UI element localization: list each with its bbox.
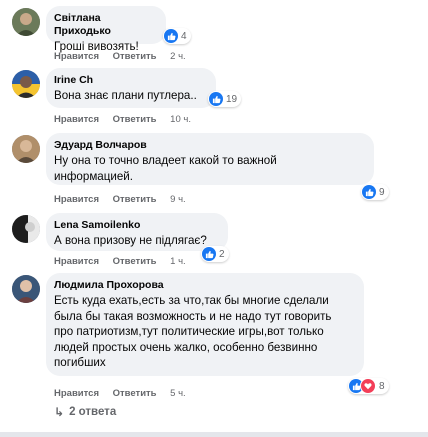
comment-text-line: людей простых очень жалко, особенно безв… xyxy=(54,340,318,354)
comment-actions: Нравится Ответить 9 ч. xyxy=(54,194,197,205)
comment-author[interactable]: Lena Samoilenko xyxy=(54,219,220,232)
avatar[interactable] xyxy=(12,8,40,36)
comment-author[interactable]: Эдуард Волчаров xyxy=(54,139,366,152)
avatar[interactable] xyxy=(12,275,40,303)
comment-text-line: Есть куда ехать,есть за что,так бы многи… xyxy=(54,294,329,307)
like-link[interactable]: Нравится xyxy=(54,114,99,125)
comment-actions: Нравится Ответить 5 ч. xyxy=(54,388,197,399)
reaction-count: 19 xyxy=(226,93,238,105)
reaction-count-badge[interactable]: 9 xyxy=(361,184,389,200)
comment-actions: Нравится Ответить 2 ч. xyxy=(54,51,197,62)
comment-bubble: Irine Ch Вона знає плани путлера.. xyxy=(46,68,216,108)
avatar[interactable] xyxy=(12,135,40,163)
comment-bubble: Людмила Прохорова Есть куда ехать,есть з… xyxy=(46,273,364,376)
reply-link[interactable]: Ответить xyxy=(113,51,157,62)
reply-link[interactable]: Ответить xyxy=(113,114,157,125)
reaction-count: 2 xyxy=(219,248,225,260)
like-icon xyxy=(202,247,216,261)
reaction-count: 9 xyxy=(379,186,385,198)
reaction-count: 8 xyxy=(379,380,385,392)
comment-bubble: Lena Samoilenko А вона призову не підляг… xyxy=(46,213,228,251)
comment-text-line: Ну она то точно владеет какой то важной xyxy=(54,154,277,167)
reply-link[interactable]: Ответить xyxy=(113,388,157,399)
comment-text: Вона знає плани путлера.. xyxy=(54,89,197,102)
comment-time[interactable]: 2 ч. xyxy=(170,51,186,62)
like-icon xyxy=(164,29,178,43)
reply-link[interactable]: Ответить xyxy=(113,256,157,267)
comment-time[interactable]: 5 ч. xyxy=(170,388,186,399)
comment-time[interactable]: 1 ч. xyxy=(170,256,186,267)
avatar[interactable] xyxy=(12,215,40,243)
divider xyxy=(0,432,428,437)
like-link[interactable]: Нравится xyxy=(54,194,99,205)
comment-author[interactable]: Людмила Прохорова xyxy=(54,279,356,292)
comment-bubble: Эдуард Волчаров Ну она то точно владеет … xyxy=(46,133,374,185)
love-icon xyxy=(360,378,376,394)
reaction-count-badge[interactable]: 4 xyxy=(163,28,191,44)
comment-text-line: погибших xyxy=(54,356,106,369)
like-link[interactable]: Нравится xyxy=(54,51,99,62)
comment-text-line: была бы такая возможность и не надо тут … xyxy=(54,309,332,323)
comment-text: А вона призову не підлягає? xyxy=(54,234,207,247)
reaction-count: 4 xyxy=(181,30,187,42)
like-link[interactable]: Нравится xyxy=(54,256,99,267)
reaction-count-badge[interactable]: 2 xyxy=(201,246,229,262)
comment-author[interactable]: Світлана Приходько xyxy=(54,12,158,38)
reply-link[interactable]: Ответить xyxy=(113,194,157,205)
reaction-count-badge[interactable]: 19 xyxy=(208,91,242,107)
comment-text-line: про патриотизм,тут политические игры,вот… xyxy=(54,325,324,338)
reply-arrow-icon: ↳ xyxy=(54,405,65,419)
like-icon xyxy=(362,185,376,199)
comment-actions: Нравится Ответить 10 ч. xyxy=(54,114,202,125)
comment-time[interactable]: 10 ч. xyxy=(170,114,191,125)
comment-text-line: информацией. xyxy=(54,169,133,183)
comment-author[interactable]: Irine Ch xyxy=(54,74,208,87)
comment-time[interactable]: 9 ч. xyxy=(170,194,186,205)
comment-actions: Нравится Ответить 1 ч. xyxy=(54,256,197,267)
like-icon xyxy=(209,92,223,106)
reaction-count-badge[interactable]: 8 xyxy=(348,378,389,394)
view-replies-link[interactable]: ↳ 2 ответа xyxy=(54,405,116,419)
like-link[interactable]: Нравится xyxy=(54,388,99,399)
comment-bubble: Світлана Приходько Гроші вивозять! xyxy=(46,6,166,53)
avatar[interactable] xyxy=(12,70,40,98)
view-replies-label: 2 ответа xyxy=(69,406,117,418)
